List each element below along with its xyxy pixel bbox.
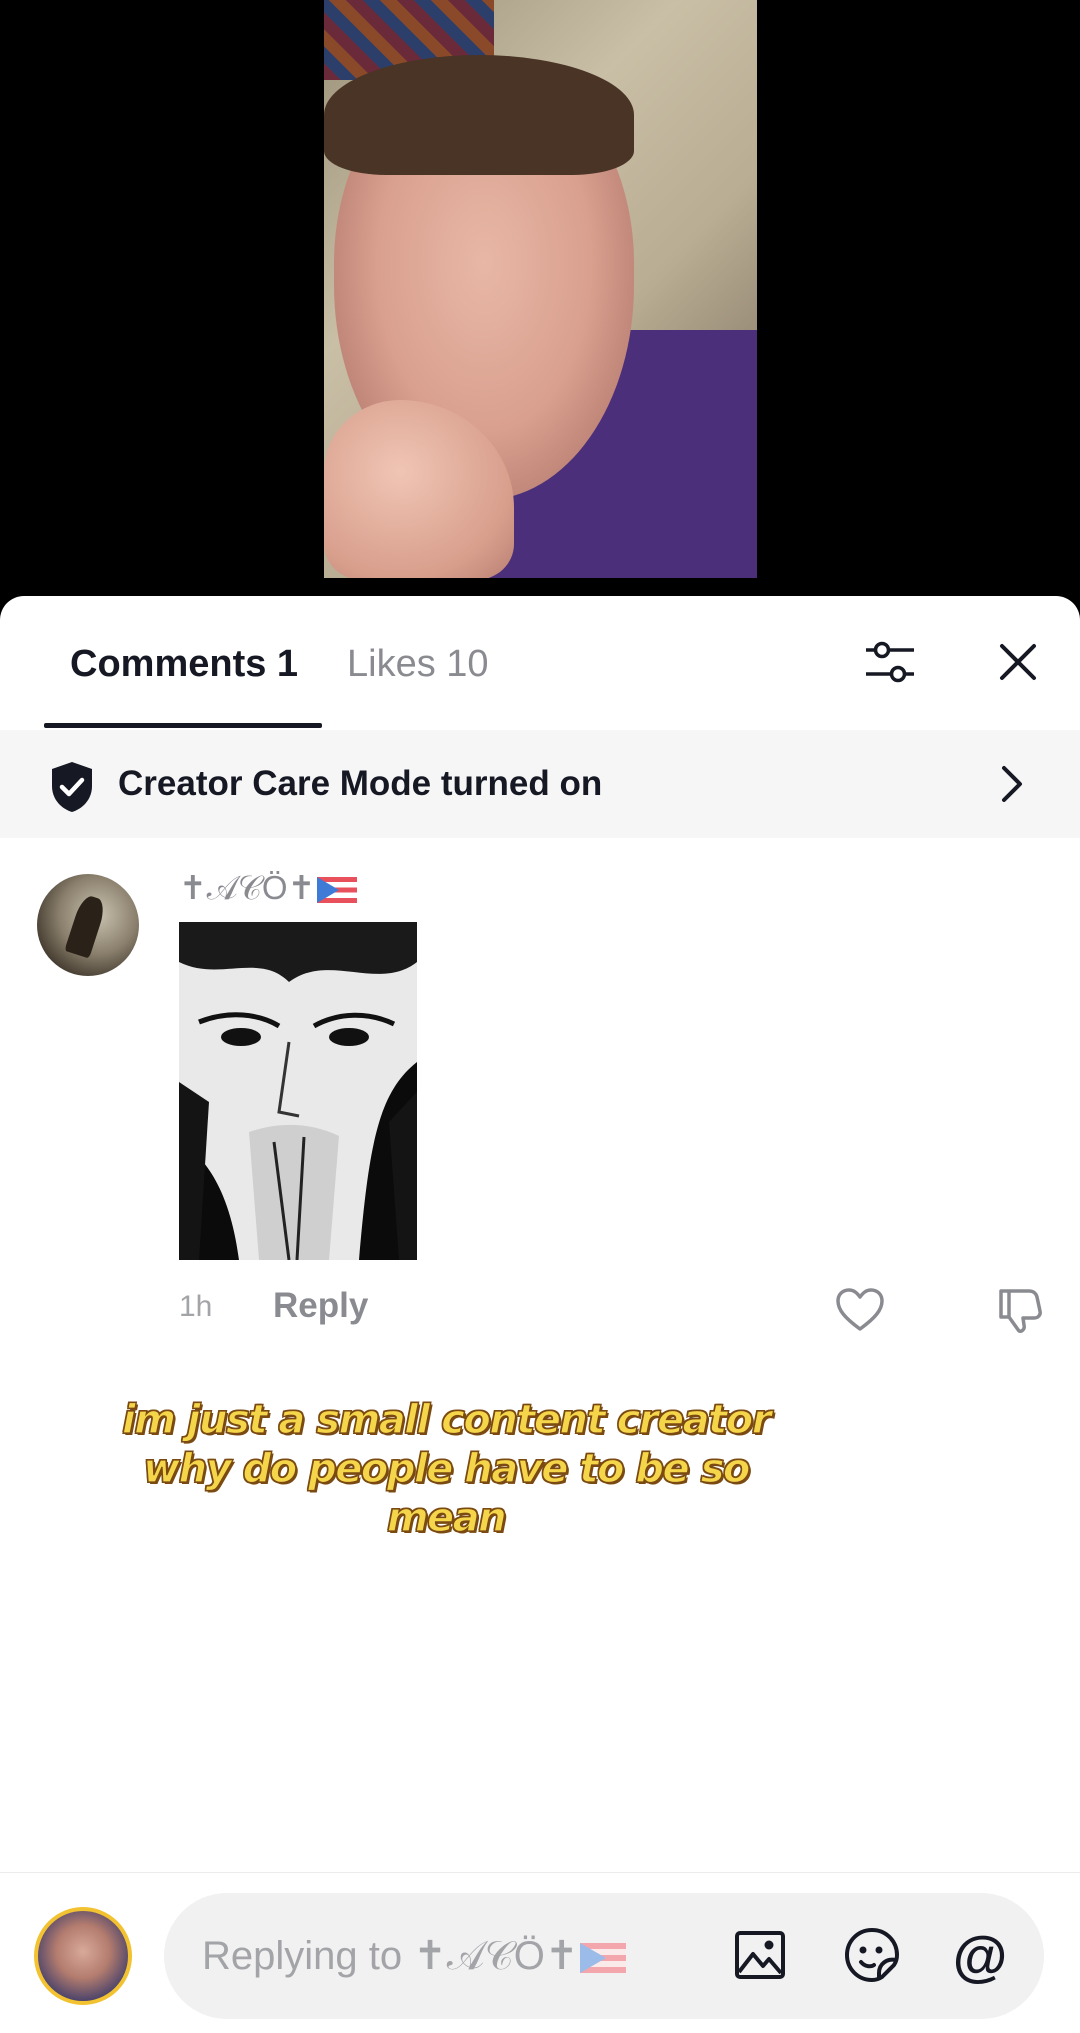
comment-item: ✝𝒜𝒞Ö✝ 1h Reply <box>0 838 1080 1358</box>
tab-likes[interactable]: Likes 10 <box>347 640 489 688</box>
comment-input-placeholder: Replying to ✝𝒜𝒞Ö✝ <box>202 1931 627 1981</box>
caption-line-3: mean <box>386 1494 507 1541</box>
comments-sheet: Comments 1 Likes 10 Creator Care Mode tu… <box>0 596 1080 2033</box>
comment-input[interactable]: Replying to ✝𝒜𝒞Ö✝ @ <box>164 1893 1044 2019</box>
puerto-rico-flag-icon <box>580 1943 627 1974</box>
heart-icon[interactable] <box>828 1280 892 1340</box>
comment-composer: Replying to ✝𝒜𝒞Ö✝ @ <box>0 1872 1080 2033</box>
video-player[interactable] <box>0 0 1080 600</box>
at-icon[interactable]: @ <box>948 1923 1012 1987</box>
tab-comments[interactable]: Comments 1 <box>70 640 298 688</box>
image-icon[interactable] <box>728 1923 792 1987</box>
comment-sticker-image[interactable] <box>179 922 417 1260</box>
video-caption-overlay: im just a small content creator why do p… <box>90 1396 802 1543</box>
reply-button[interactable]: Reply <box>273 1286 368 1326</box>
comments-tabs: Comments 1 Likes 10 <box>0 596 1080 730</box>
thumbs-down-icon[interactable] <box>986 1280 1050 1340</box>
commenter-avatar[interactable] <box>37 874 139 976</box>
user-avatar[interactable] <box>34 1907 132 2005</box>
avatar-figure <box>64 893 108 959</box>
sliders-icon[interactable] <box>858 630 922 694</box>
puerto-rico-flag-icon <box>317 877 358 904</box>
shield-check-icon <box>48 760 96 819</box>
creator-care-text: Creator Care Mode turned on <box>118 764 603 803</box>
placeholder-text: Replying to ✝𝒜𝒞Ö✝ <box>202 1934 579 1978</box>
caption-line-2: why do people have to be so <box>143 1445 751 1492</box>
close-icon[interactable] <box>986 630 1050 694</box>
creator-care-banner[interactable]: Creator Care Mode turned on <box>0 730 1080 838</box>
caption-line-1: im just a small content creator <box>121 1396 772 1443</box>
active-tab-indicator <box>44 723 322 728</box>
username-text: ✝𝒜𝒞Ö✝ <box>179 869 316 906</box>
comment-timestamp: 1h <box>179 1290 213 1323</box>
commenter-username[interactable]: ✝𝒜𝒞Ö✝ <box>179 866 358 910</box>
video-frame <box>324 0 757 578</box>
person-hair <box>324 55 634 175</box>
chevron-right-icon <box>996 762 1028 811</box>
sticker-icon[interactable] <box>840 1923 904 1987</box>
